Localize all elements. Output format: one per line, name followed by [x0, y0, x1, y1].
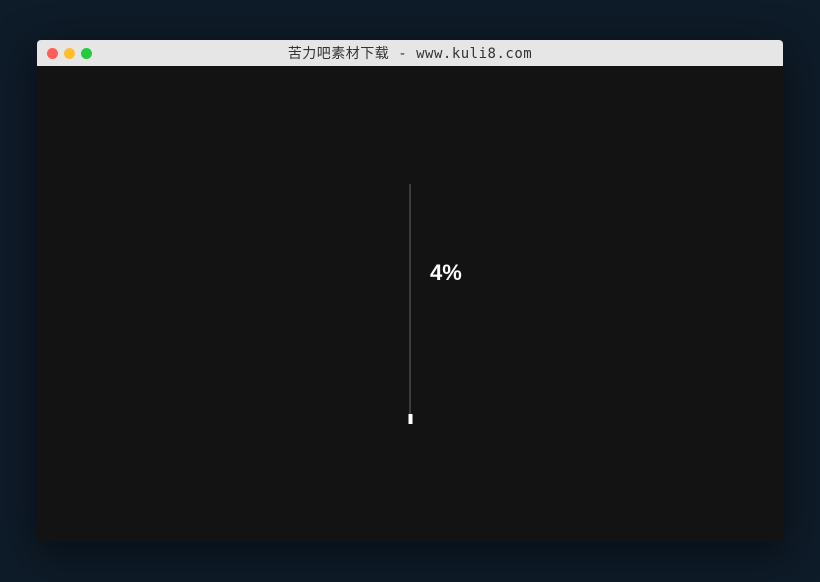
minimize-icon[interactable]: [64, 48, 75, 59]
progress-percent-label: 4%: [430, 260, 462, 286]
progress-fill: [408, 414, 412, 424]
traffic-lights: [47, 48, 92, 59]
progress-track: [410, 184, 411, 424]
close-icon[interactable]: [47, 48, 58, 59]
content-area: 4%: [37, 66, 783, 542]
maximize-icon[interactable]: [81, 48, 92, 59]
window-title: 苦力吧素材下载 - www.kuli8.com: [37, 43, 783, 63]
app-window: 苦力吧素材下载 - www.kuli8.com 4%: [37, 40, 783, 542]
titlebar: 苦力吧素材下载 - www.kuli8.com: [37, 40, 783, 66]
loader: 4%: [37, 66, 783, 542]
